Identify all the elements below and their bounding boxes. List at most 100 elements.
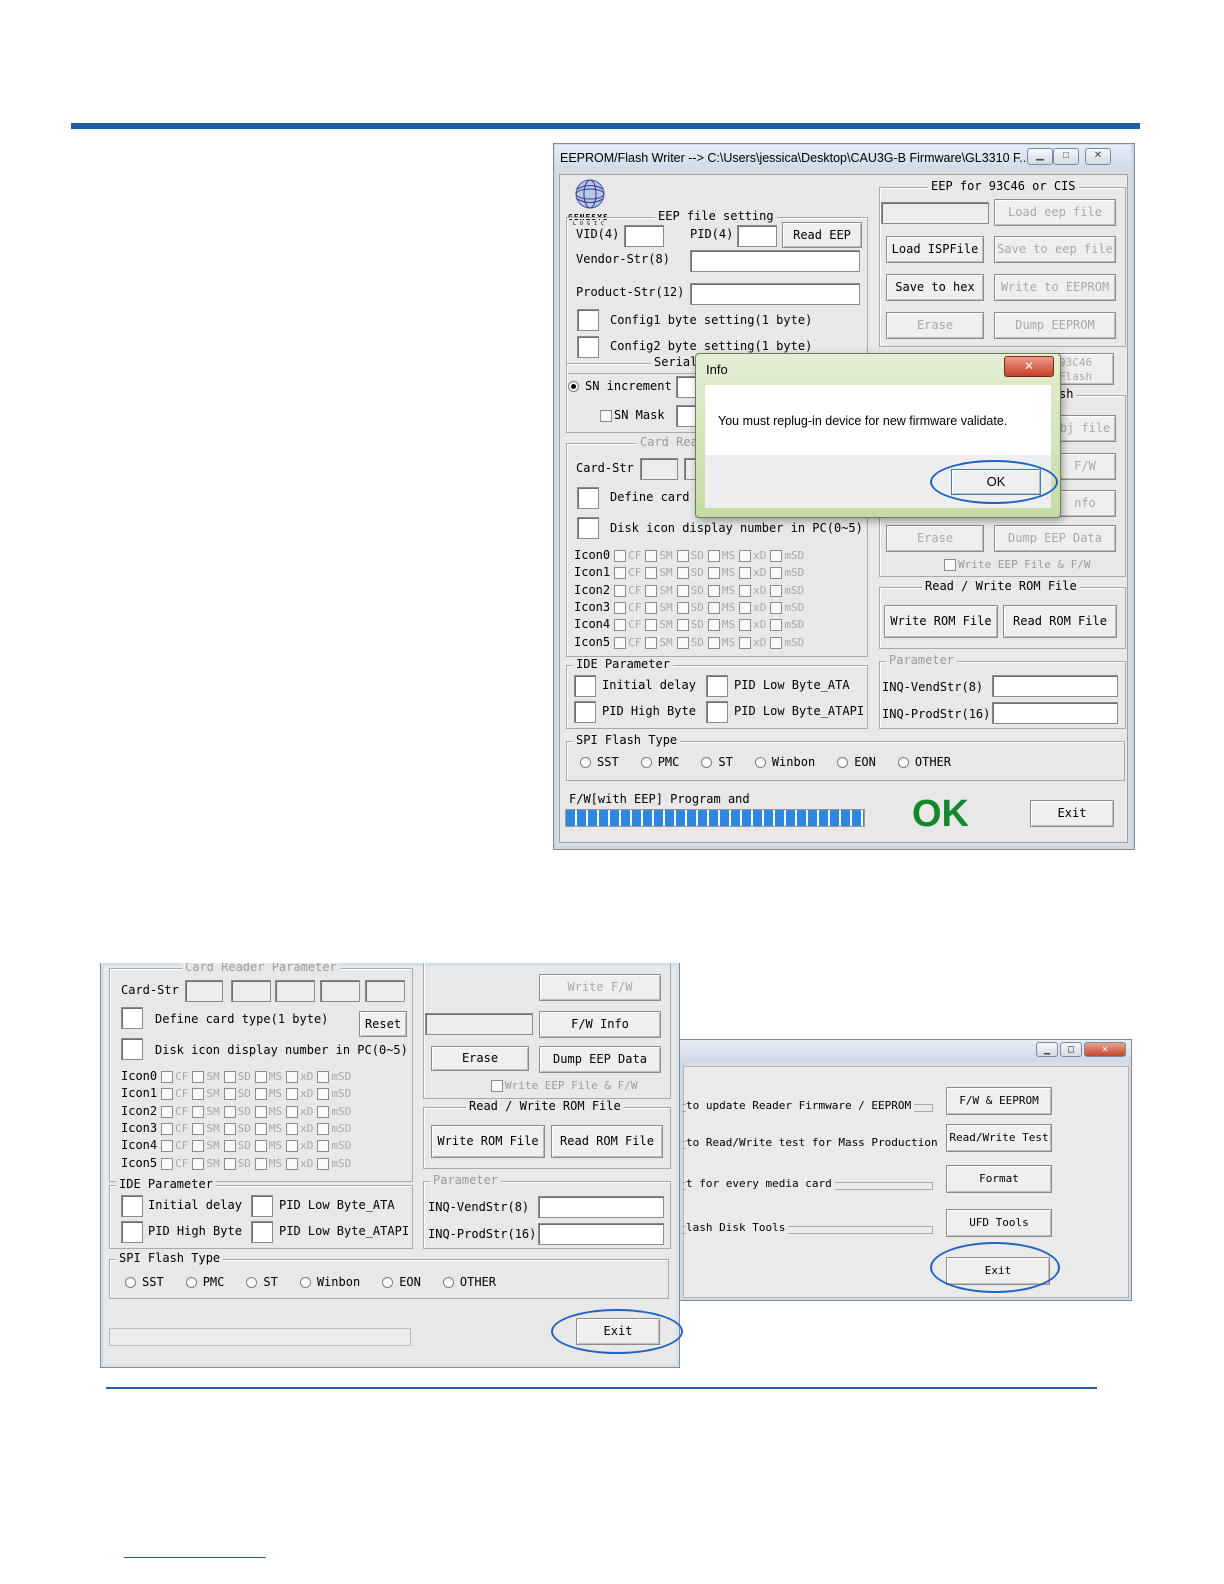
ll-read-rom-file-button[interactable]: Read ROM File xyxy=(551,1125,663,1158)
ll-card-str-input-1[interactable] xyxy=(185,980,223,1002)
icon-option-checkbox[interactable] xyxy=(317,1105,330,1118)
icon-option-checkbox[interactable] xyxy=(707,619,720,632)
ll-card-str-input-5[interactable] xyxy=(365,980,405,1002)
write-to-eeprom-button[interactable]: Write to EEPROM xyxy=(994,274,1116,301)
pid-low-ata-field[interactable] xyxy=(706,675,728,697)
icon-option-checkbox[interactable] xyxy=(739,567,752,580)
ll-define-card-field[interactable] xyxy=(121,1007,143,1029)
icon-option-checkbox[interactable] xyxy=(645,636,658,649)
icon-option-checkbox[interactable] xyxy=(676,567,689,580)
minimize-icon[interactable]: ▁ xyxy=(1027,148,1053,165)
icon-option-checkbox[interactable] xyxy=(161,1105,174,1118)
icon-option-checkbox[interactable] xyxy=(317,1140,330,1153)
spi-option-radio[interactable]: EON xyxy=(837,755,876,769)
ll-inq-prod-input[interactable] xyxy=(538,1223,664,1245)
icon-option-checkbox[interactable] xyxy=(254,1071,267,1083)
icon-option-checkbox[interactable] xyxy=(192,1122,205,1135)
icon-option-checkbox[interactable] xyxy=(286,1122,299,1135)
ll-dump-eep-data-button[interactable]: Dump EEP Data xyxy=(539,1046,661,1073)
sn-increment-radio[interactable]: SN increment xyxy=(568,379,672,393)
load-bj-file-button[interactable]: bj file xyxy=(1054,415,1116,442)
icon-option-checkbox[interactable] xyxy=(317,1122,330,1135)
ll-disk-icon-field[interactable] xyxy=(121,1038,143,1060)
vendor-str-input[interactable] xyxy=(690,250,860,272)
93c46-flash-button[interactable]: 93C46 Flash xyxy=(1054,353,1114,385)
icon-option-checkbox[interactable] xyxy=(286,1088,299,1101)
icon-option-checkbox[interactable] xyxy=(192,1105,205,1118)
icon-option-checkbox[interactable] xyxy=(223,1122,236,1135)
icon-option-checkbox[interactable] xyxy=(676,601,689,614)
spi-option-radio[interactable]: SST xyxy=(125,1275,164,1289)
icon-option-checkbox[interactable] xyxy=(739,550,752,562)
spi-option-radio[interactable]: SST xyxy=(580,755,619,769)
exit-button[interactable]: Exit xyxy=(1030,800,1114,827)
icon-option-checkbox[interactable] xyxy=(770,550,783,562)
icon-option-checkbox[interactable] xyxy=(676,619,689,632)
icon-option-checkbox[interactable] xyxy=(707,601,720,614)
fw-info-button[interactable]: nfo xyxy=(1054,490,1116,517)
icon-option-checkbox[interactable] xyxy=(614,550,627,562)
ll-write-fw-button[interactable]: Write F/W xyxy=(539,974,661,1001)
ll-card-str-input-3[interactable] xyxy=(275,980,315,1002)
vid-input[interactable] xyxy=(624,225,664,247)
lr-title-bar[interactable]: ▁ □ ✕ xyxy=(680,1040,1131,1062)
icon-option-checkbox[interactable] xyxy=(223,1157,236,1170)
title-bar[interactable]: EEPROM/Flash Writer --> C:\Users\jessica… xyxy=(555,145,1131,171)
icon-option-checkbox[interactable] xyxy=(317,1157,330,1170)
spi-option-radio[interactable]: EON xyxy=(382,1275,421,1289)
reset-button[interactable]: Reset xyxy=(359,1011,407,1037)
ll-fw-info-input[interactable] xyxy=(425,1013,533,1035)
maximize-icon[interactable]: □ xyxy=(1053,148,1079,165)
ll-pid-low-atapi-field[interactable] xyxy=(251,1221,273,1243)
icon-option-checkbox[interactable] xyxy=(770,584,783,597)
ll-initial-delay-field[interactable] xyxy=(121,1195,143,1217)
icon-option-checkbox[interactable] xyxy=(286,1140,299,1153)
lr-row-button[interactable]: Format xyxy=(946,1165,1052,1193)
spi-option-radio[interactable]: Winbon xyxy=(299,1275,360,1289)
pid-high-field[interactable] xyxy=(574,701,596,723)
icon-option-checkbox[interactable] xyxy=(161,1157,174,1170)
icon-option-checkbox[interactable] xyxy=(254,1140,267,1153)
config1-field[interactable] xyxy=(577,309,599,331)
icon-option-checkbox[interactable] xyxy=(254,1088,267,1101)
ll-inq-vend-input[interactable] xyxy=(538,1196,664,1218)
load-eep-file-button[interactable]: Load eep file xyxy=(994,199,1116,226)
lr-minimize-icon[interactable]: ▁ xyxy=(1036,1042,1058,1057)
card-str-input-1[interactable] xyxy=(640,458,678,480)
save-to-hex-button[interactable]: Save to hex xyxy=(886,274,984,301)
icon-option-checkbox[interactable] xyxy=(223,1071,236,1083)
spi-option-radio[interactable]: OTHER xyxy=(442,1275,496,1289)
icon-option-checkbox[interactable] xyxy=(676,550,689,562)
icon-option-checkbox[interactable] xyxy=(770,567,783,580)
ll-write-rom-file-button[interactable]: Write ROM File xyxy=(431,1125,545,1158)
write-fw-button[interactable]: F/W xyxy=(1054,453,1116,480)
icon-option-checkbox[interactable] xyxy=(223,1105,236,1118)
inq-vend-input[interactable] xyxy=(992,675,1118,697)
dump-eep-data-button[interactable]: Dump EEP Data xyxy=(994,525,1116,552)
icon-option-checkbox[interactable] xyxy=(161,1088,174,1101)
icon-option-checkbox[interactable] xyxy=(223,1088,236,1101)
icon-option-checkbox[interactable] xyxy=(739,619,752,632)
dialog-close-button[interactable]: ✕ xyxy=(1004,356,1054,377)
icon-option-checkbox[interactable] xyxy=(707,584,720,597)
icon-option-checkbox[interactable] xyxy=(707,567,720,580)
product-str-input[interactable] xyxy=(690,283,860,305)
ll-pid-high-field[interactable] xyxy=(121,1221,143,1243)
ll-write-eep-file-fw-checkbox[interactable]: Write EEP File & F/W xyxy=(487,1079,637,1092)
icon-option-checkbox[interactable] xyxy=(161,1071,174,1083)
icon-option-checkbox[interactable] xyxy=(614,584,627,597)
ll-card-str-input-4[interactable] xyxy=(320,980,360,1002)
icon-option-checkbox[interactable] xyxy=(739,601,752,614)
close-icon[interactable]: ✕ xyxy=(1085,148,1111,165)
icon-option-checkbox[interactable] xyxy=(614,601,627,614)
spi-option-radio[interactable]: PMC xyxy=(185,1275,224,1289)
write-eep-file-fw-checkbox[interactable]: Write EEP File & F/W xyxy=(940,558,1090,571)
disk-icon-field[interactable] xyxy=(577,517,599,539)
spi-option-radio[interactable]: OTHER xyxy=(897,755,951,769)
icon-option-checkbox[interactable] xyxy=(770,619,783,632)
icon-option-checkbox[interactable] xyxy=(286,1157,299,1170)
icon-option-checkbox[interactable] xyxy=(192,1157,205,1170)
spi-option-radio[interactable]: ST xyxy=(246,1275,278,1289)
icon-option-checkbox[interactable] xyxy=(645,584,658,597)
dump-eeprom-button[interactable]: Dump EEPROM xyxy=(994,312,1116,339)
